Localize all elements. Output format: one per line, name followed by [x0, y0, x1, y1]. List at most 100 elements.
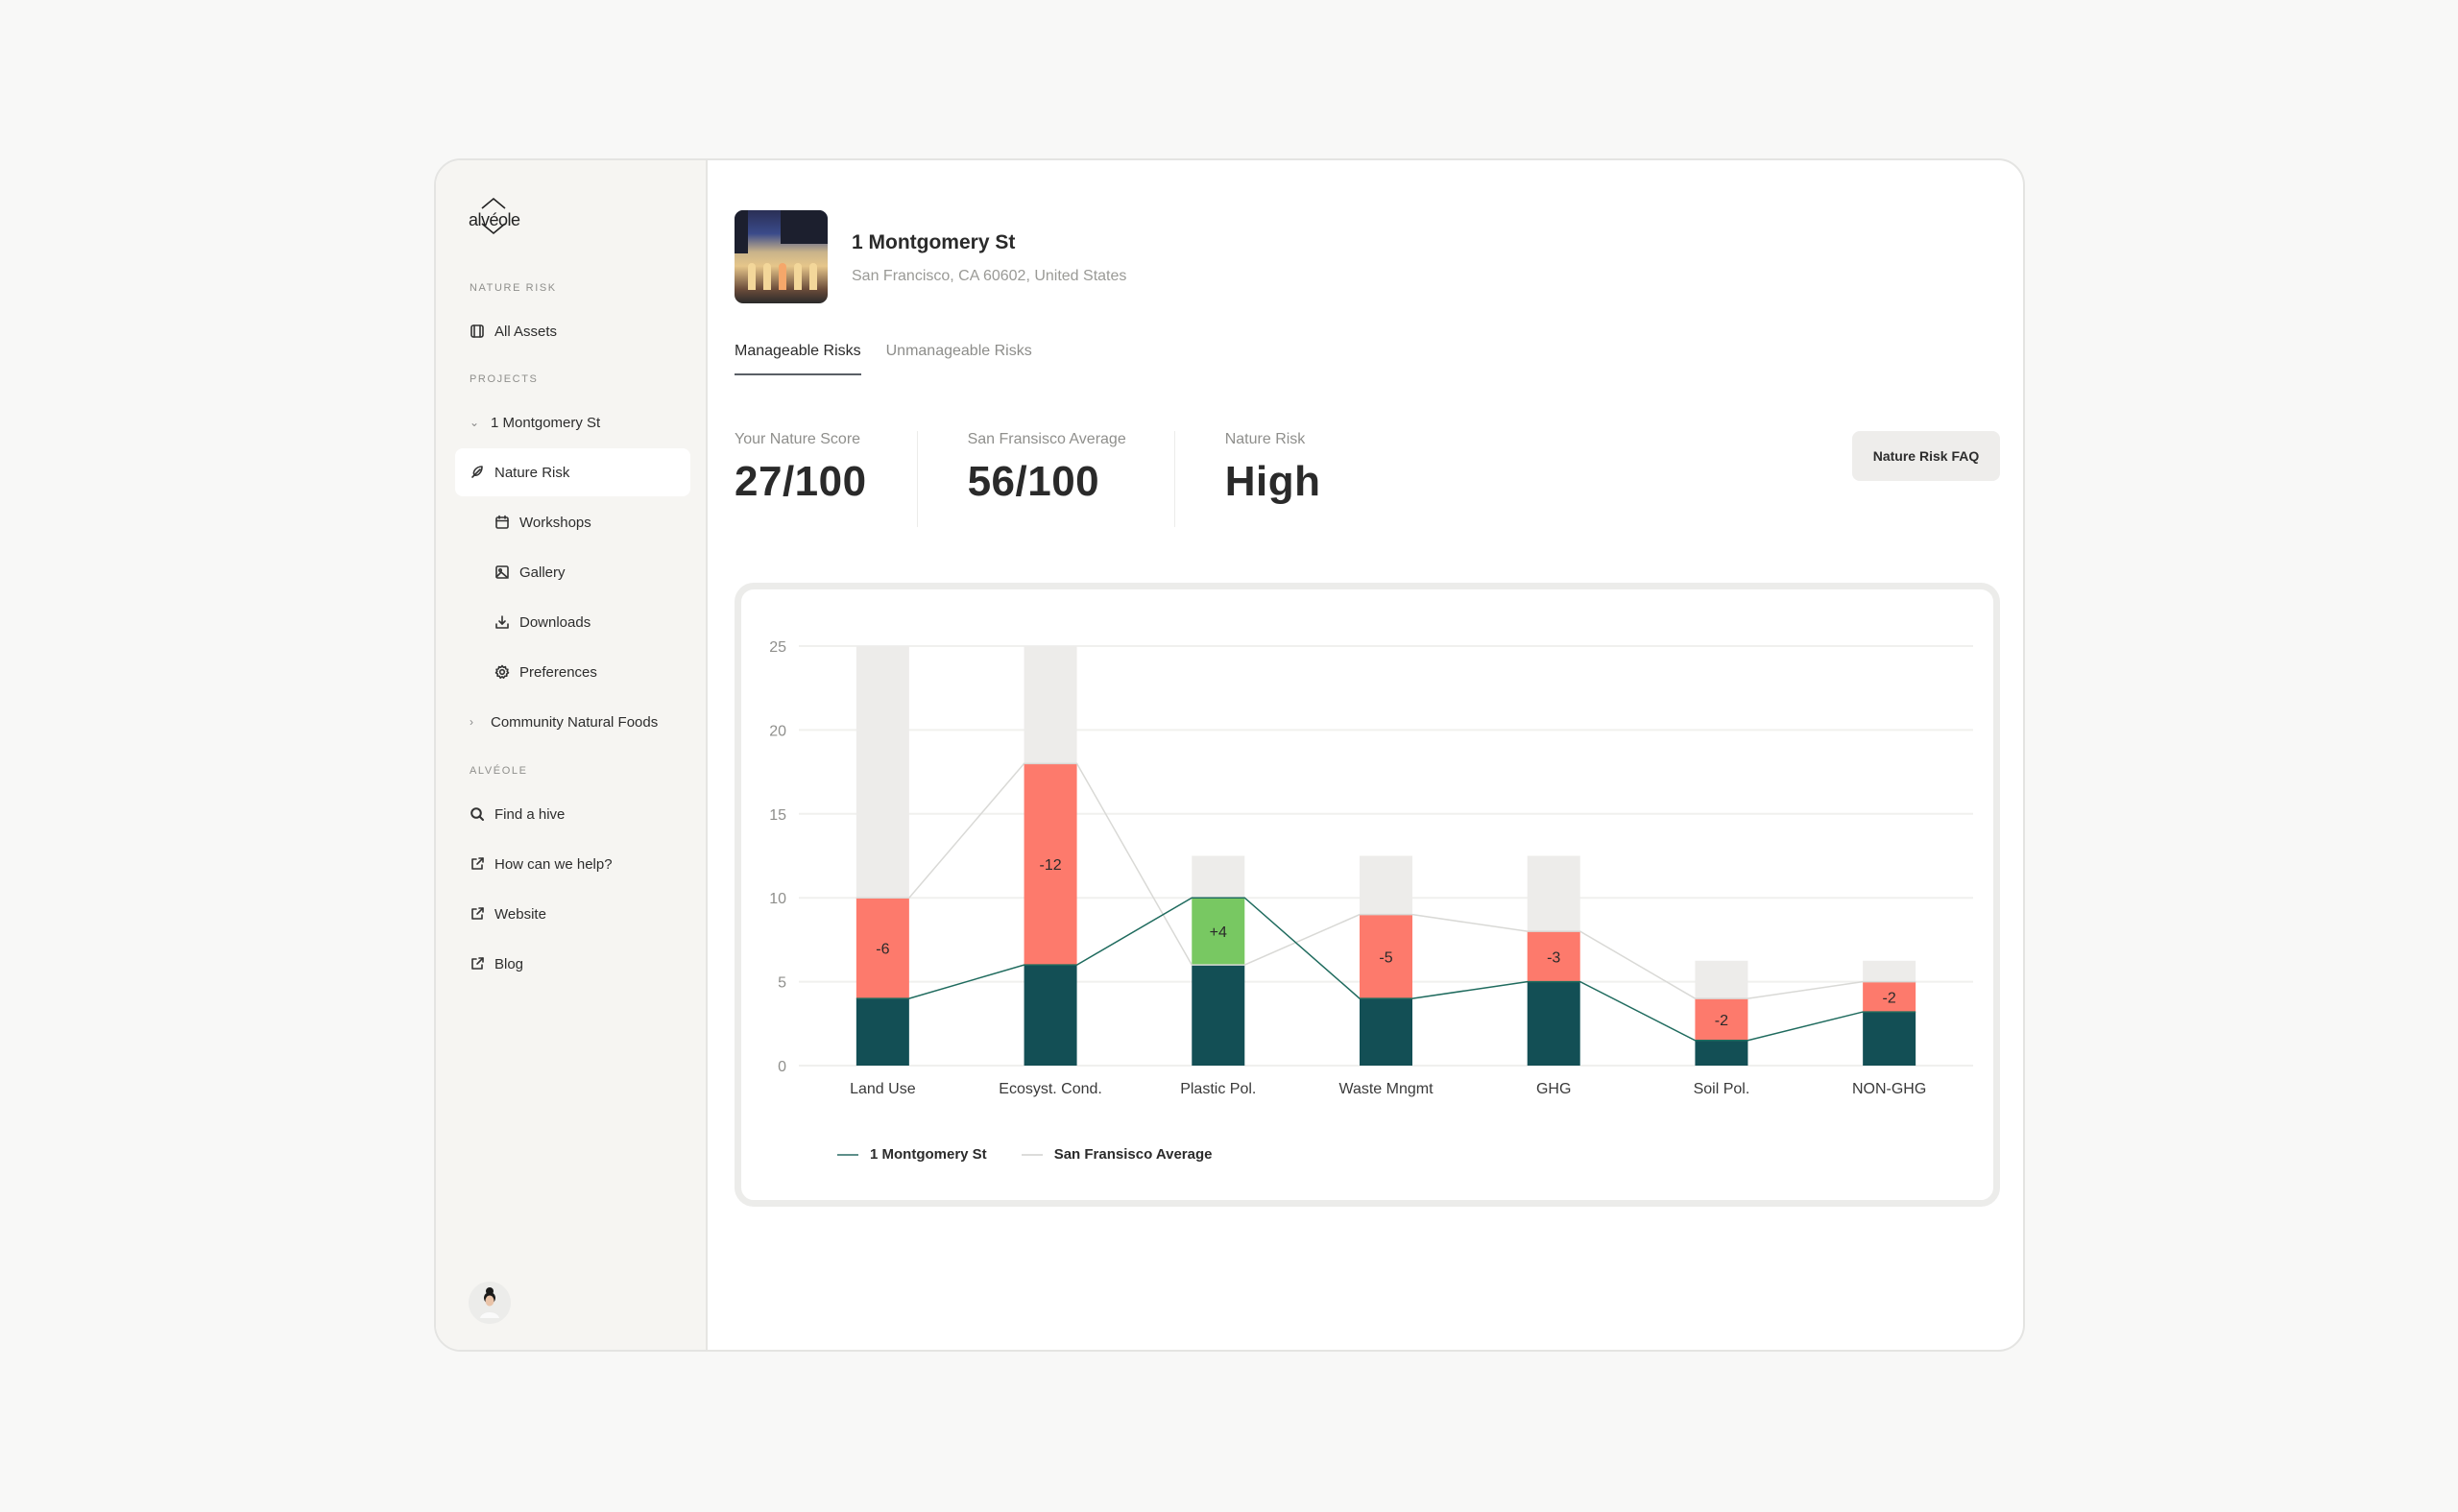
- stat-nature-score: Your Nature Score 27/100: [735, 431, 867, 527]
- user-avatar-icon: [469, 1282, 511, 1324]
- y-tick-label: 20: [769, 723, 786, 739]
- sidebar-item-label: 1 Montgomery St: [491, 414, 601, 431]
- bar-remainder: [1863, 960, 1916, 982]
- sidebar-item-all-assets[interactable]: All Assets: [455, 307, 690, 355]
- x-tick-label: Land Use: [850, 1081, 916, 1097]
- sidebar-item-website[interactable]: Website: [455, 890, 690, 938]
- bar-value-label: +4: [1210, 924, 1227, 941]
- section-label-nature-risk: NATURE RISK: [470, 282, 557, 294]
- chevron-down-icon: ⌄: [470, 416, 480, 429]
- stat-nature-risk: Nature Risk High: [1225, 431, 1321, 527]
- bar-value-label: -6: [876, 942, 889, 958]
- sidebar-item-label: Preferences: [519, 663, 597, 681]
- bar-base: [1695, 1040, 1748, 1066]
- sidebar-item-label: How can we help?: [494, 855, 613, 873]
- legend-item-sf-average[interactable]: San Fransisco Average: [1021, 1146, 1213, 1163]
- legend-swatch-light: [1021, 1153, 1043, 1156]
- sidebar-item-label: Nature Risk: [494, 464, 570, 481]
- calendar-icon: [494, 515, 510, 530]
- section-label-projects: PROJECTS: [470, 373, 539, 385]
- chevron-right-icon: ›: [470, 715, 473, 729]
- sidebar-item-label: Community Natural Foods: [491, 713, 659, 731]
- bar-base: [1024, 965, 1077, 1066]
- sidebar-item-label: Blog: [494, 955, 524, 972]
- asset-address: San Francisco, CA 60602, United States: [852, 268, 1127, 284]
- bar-value-label: -3: [1547, 949, 1560, 966]
- book-icon: [470, 324, 485, 339]
- sidebar-item-label: Downloads: [519, 613, 591, 631]
- legend-label: 1 Montgomery St: [870, 1146, 987, 1163]
- nature-risk-chart: 0 5 10 15 20 25 -6 Land Use -12 Ecosyst. Cond. +4 P…: [769, 639, 1973, 1097]
- sidebar-item-preferences[interactable]: Preferences: [455, 648, 690, 696]
- sidebar-item-how-can-we-help[interactable]: How can we help?: [455, 840, 690, 888]
- x-tick-label: NON-GHG: [1852, 1081, 1926, 1097]
- user-avatar[interactable]: [469, 1282, 511, 1324]
- bar-base: [1527, 981, 1580, 1066]
- stat-sf-average: San Fransisco Average 56/100: [968, 431, 1126, 527]
- search-icon: [470, 806, 485, 822]
- chart-legend: 1 Montgomery St San Fransisco Average: [837, 1146, 1212, 1163]
- sidebar-item-workshops[interactable]: Workshops: [455, 498, 690, 546]
- legend-swatch-dark: [837, 1153, 858, 1156]
- sidebar: alvéole NATURE RISK All Assets PROJECTS …: [436, 160, 708, 1350]
- legend-label: San Fransisco Average: [1053, 1146, 1213, 1163]
- sidebar-item-label: All Assets: [494, 323, 558, 340]
- risk-tabs: Manageable Risks Unmanageable Risks: [735, 343, 1032, 375]
- bar-remainder: [1695, 960, 1748, 999]
- sidebar-item-blog[interactable]: Blog: [455, 940, 690, 988]
- x-tick-label: Plastic Pol.: [1180, 1081, 1256, 1097]
- image-icon: [494, 564, 510, 580]
- tab-manageable-risks[interactable]: Manageable Risks: [735, 343, 861, 375]
- bar-base: [1360, 998, 1412, 1066]
- x-tick-label: GHG: [1536, 1081, 1571, 1097]
- external-link-icon: [470, 906, 485, 922]
- bar-value-label: -5: [1379, 949, 1392, 966]
- sidebar-item-1-montgomery-st[interactable]: ⌄ 1 Montgomery St: [455, 398, 690, 446]
- stat-label: San Fransisco Average: [967, 431, 1126, 447]
- stat-label: Your Nature Score: [735, 431, 861, 447]
- x-tick-label: Soil Pol.: [1694, 1081, 1750, 1097]
- gear-icon: [494, 664, 510, 680]
- download-icon: [494, 614, 510, 630]
- bar-value-label: -2: [1715, 1013, 1728, 1029]
- nature-risk-faq-button[interactable]: Nature Risk FAQ: [1852, 431, 2000, 481]
- bar-remainder: [1527, 855, 1580, 932]
- sidebar-item-label: Gallery: [519, 564, 566, 581]
- external-link-icon: [470, 856, 485, 872]
- y-tick-label: 15: [769, 807, 786, 824]
- sidebar-item-community-natural-foods[interactable]: › Community Natural Foods: [455, 698, 690, 746]
- bar-base: [1863, 1012, 1916, 1066]
- divider: [1173, 431, 1175, 527]
- bar-base: [855, 998, 909, 1066]
- bar-value-label: -12: [1040, 857, 1062, 874]
- sidebar-item-label: Workshops: [519, 514, 591, 531]
- bar-remainder: [1192, 855, 1245, 899]
- stat-value: 27/100: [735, 458, 867, 505]
- main-content: 1 Montgomery St San Francisco, CA 60602,…: [708, 160, 2023, 1350]
- feather-icon: [470, 465, 485, 480]
- sidebar-item-gallery[interactable]: Gallery: [455, 548, 690, 596]
- bar-value-label: -2: [1883, 990, 1896, 1006]
- logo-text: alvéole: [469, 210, 520, 229]
- app-window: alvéole NATURE RISK All Assets PROJECTS …: [434, 158, 2025, 1352]
- sidebar-item-label: Website: [494, 905, 546, 923]
- legend-item-montgomery[interactable]: 1 Montgomery St: [837, 1146, 987, 1163]
- sidebar-item-nature-risk[interactable]: Nature Risk: [455, 448, 690, 496]
- y-tick-label: 10: [769, 891, 786, 907]
- y-tick-label: 0: [778, 1059, 786, 1075]
- asset-thumbnail: [735, 210, 828, 303]
- bar-base: [1192, 965, 1245, 1066]
- asset-title: 1 Montgomery St: [852, 231, 1016, 253]
- alveole-logo[interactable]: alvéole: [469, 195, 526, 239]
- x-tick-label: Ecosyst. Cond.: [999, 1081, 1102, 1097]
- section-label-alveole: ALVÉOLE: [470, 765, 528, 777]
- sidebar-item-downloads[interactable]: Downloads: [455, 598, 690, 646]
- bar-remainder: [1024, 646, 1077, 764]
- divider: [916, 431, 918, 527]
- y-tick-label: 25: [769, 639, 786, 656]
- nature-risk-chart-card: 0 5 10 15 20 25 -6 Land Use -12 Ecosyst. Cond. +4 P…: [735, 583, 2000, 1207]
- tab-unmanageable-risks[interactable]: Unmanageable Risks: [886, 343, 1032, 375]
- stat-value: 56/100: [967, 458, 1100, 505]
- sidebar-item-find-a-hive[interactable]: Find a hive: [455, 790, 690, 838]
- external-link-icon: [470, 956, 485, 972]
